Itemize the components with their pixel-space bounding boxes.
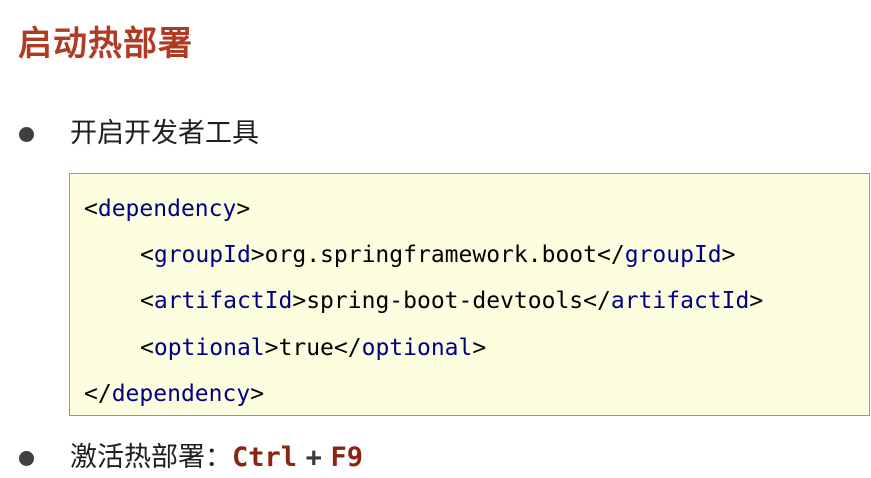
code-tag-name: groupId [624, 242, 722, 268]
shortcut-key-f9: F9 [330, 442, 363, 473]
page-title: 启动热部署 [18, 24, 193, 64]
code-tag-name: dependency [111, 381, 251, 407]
bullet-dot-icon [19, 451, 34, 466]
code-bracket: < [140, 335, 154, 361]
code-value: spring-boot-devtools [306, 288, 584, 314]
code-tag-name: artifactId [610, 288, 750, 314]
code-line-optional: <optional>true</optional> [140, 331, 486, 365]
code-bracket: > [721, 242, 736, 268]
code-block: <dependency> <groupId>org.springframewor… [69, 173, 870, 416]
code-line-dependency-open: <dependency> [84, 192, 250, 226]
code-tag-name: dependency [97, 196, 237, 222]
shortcut-plus: + [305, 442, 322, 473]
bullet-item-devtools: 开启开发者工具 [0, 114, 871, 154]
bullet-text-devtools: 开启开发者工具 [70, 118, 259, 149]
code-bracket: > [250, 242, 265, 268]
code-bracket: > [264, 335, 279, 361]
code-value: org.springframework.boot [264, 242, 597, 268]
code-line-dependency-close: </dependency> [84, 377, 264, 411]
code-bracket: > [292, 288, 307, 314]
bullet-dot-icon [19, 127, 34, 142]
code-tag-name: optional [361, 335, 473, 361]
code-value: true [278, 335, 334, 361]
bullet-item-hot-deploy: 激活热部署：Ctrl + F9 [0, 438, 871, 478]
code-bracket: < [84, 196, 98, 222]
code-line-groupid: <groupId>org.springframework.boot</group… [140, 238, 736, 272]
code-bracket: </ [84, 381, 112, 407]
code-tag-name: groupId [153, 242, 251, 268]
code-bracket: </ [583, 288, 611, 314]
bullet-text-hot-deploy: 激活热部署：Ctrl + F9 [70, 438, 363, 478]
code-bracket: </ [333, 335, 362, 361]
code-tag-name: optional [153, 335, 265, 361]
code-bracket: > [749, 288, 764, 314]
code-bracket: > [236, 196, 251, 222]
code-bracket: < [140, 242, 154, 268]
code-bracket: < [140, 288, 154, 314]
code-bracket: > [472, 335, 487, 361]
code-bracket: > [250, 381, 265, 407]
shortcut-key-ctrl: Ctrl [232, 442, 298, 473]
code-tag-name: artifactId [153, 288, 293, 314]
code-line-artifactid: <artifactId>spring-boot-devtools</artifa… [140, 284, 763, 318]
hot-deploy-label: 激活热部署： [70, 442, 232, 473]
code-bracket: </ [597, 242, 625, 268]
